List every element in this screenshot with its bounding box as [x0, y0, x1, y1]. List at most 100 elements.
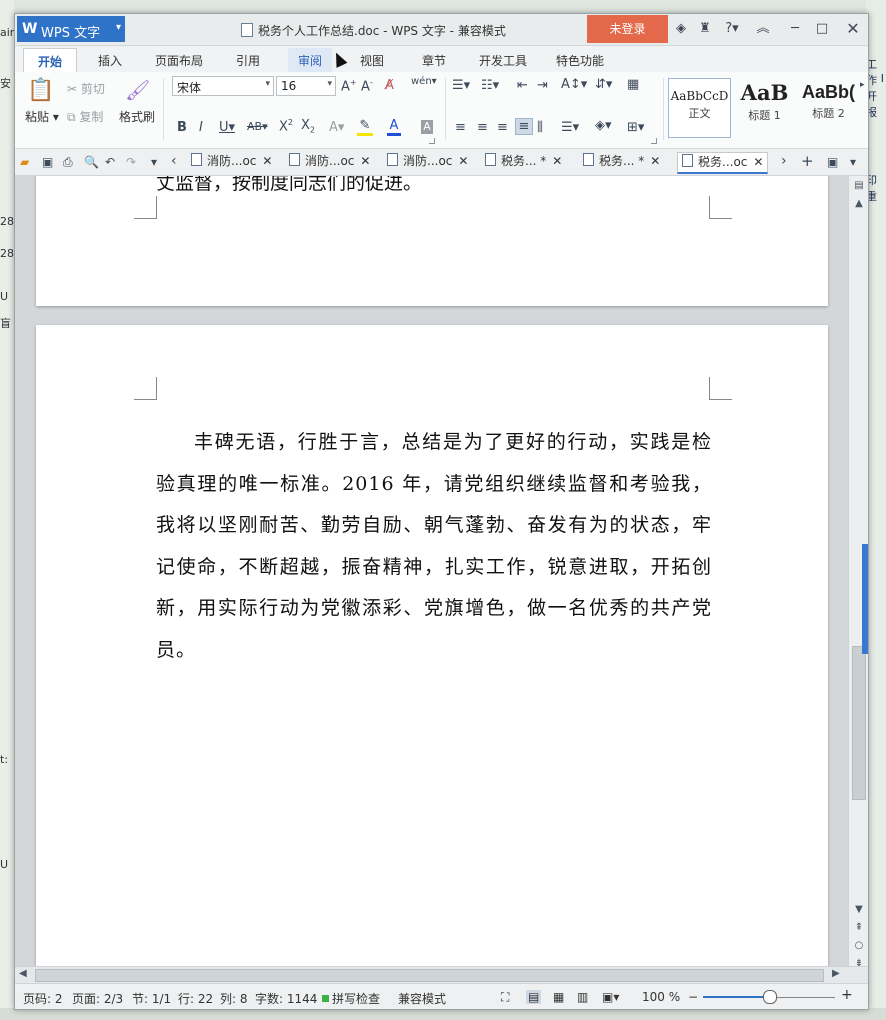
- close-tab-icon[interactable]: ✕: [262, 154, 272, 168]
- tab-view[interactable]: 视图: [360, 52, 384, 69]
- cut-button[interactable]: ✂ 剪切: [67, 80, 105, 97]
- outline-view-icon[interactable]: ▦: [553, 990, 564, 1004]
- tab-special-features[interactable]: 特色功能: [556, 52, 604, 69]
- align-center-icon[interactable]: ≡: [477, 120, 488, 135]
- borders-icon[interactable]: ⊞▾: [627, 120, 644, 135]
- tab-home[interactable]: 开始: [23, 48, 78, 72]
- open-folder-icon[interactable]: ▰: [20, 155, 29, 169]
- reading-view-icon[interactable]: ▣▾: [602, 990, 619, 1004]
- close-icon[interactable]: ✕: [843, 19, 863, 39]
- shirt-icon[interactable]: ♜: [695, 19, 715, 39]
- app-menu-button[interactable]: W WPS 文字 ▾: [17, 16, 125, 42]
- zoom-value[interactable]: 100 %: [642, 990, 680, 1004]
- tab-chapter[interactable]: 章节: [422, 52, 446, 69]
- maximize-icon[interactable]: □: [812, 19, 832, 39]
- highlight-icon[interactable]: ✎: [357, 118, 373, 136]
- font-dialog-launcher-icon[interactable]: [429, 138, 435, 144]
- zoom-in-icon[interactable]: +: [841, 987, 853, 1003]
- side-panel-tab[interactable]: [862, 544, 868, 654]
- format-painter-button[interactable]: 格式刷: [119, 108, 155, 125]
- clear-format-icon[interactable]: A̸: [385, 78, 394, 93]
- superscript-icon[interactable]: X2: [279, 118, 293, 134]
- text-effect-icon[interactable]: A▾: [329, 120, 344, 135]
- close-tab-icon[interactable]: ✕: [753, 155, 763, 169]
- style-scroll-icon[interactable]: ▸: [860, 80, 865, 90]
- vertical-scroll-thumb[interactable]: [852, 646, 866, 800]
- italic-icon[interactable]: I: [199, 120, 203, 135]
- tab-page-layout[interactable]: 页面布局: [155, 52, 203, 69]
- help-icon[interactable]: ?▾: [719, 19, 745, 39]
- copy-button[interactable]: ⧉ 复制: [67, 108, 103, 125]
- align-left-icon[interactable]: ≡: [455, 120, 466, 135]
- tab-insert[interactable]: 插入: [98, 52, 122, 69]
- doc-tab[interactable]: 税务... * ✕: [583, 152, 660, 174]
- font-size-select[interactable]: 16 ▾: [276, 76, 336, 96]
- skin-icon[interactable]: ◈: [671, 19, 691, 39]
- status-word-count[interactable]: 字数: 1144: [255, 990, 317, 1007]
- scroll-right-icon[interactable]: ▶: [832, 968, 840, 979]
- phonetic-guide-icon[interactable]: wén▾: [411, 76, 437, 87]
- numbered-list-icon[interactable]: ☷▾: [481, 78, 499, 93]
- tab-menu-icon[interactable]: ▾: [850, 155, 856, 169]
- increase-indent-icon[interactable]: ⇥: [537, 78, 548, 93]
- char-shading-icon[interactable]: A: [421, 120, 433, 134]
- doc-tab[interactable]: 税务... * ✕: [485, 152, 562, 174]
- minimize-icon[interactable]: ─: [785, 19, 805, 39]
- chevron-right-icon[interactable]: ›: [781, 153, 787, 169]
- spell-check-toggle[interactable]: 拼写检查: [322, 990, 380, 1007]
- previous-page-icon[interactable]: ⇞: [853, 922, 865, 933]
- style-heading-2[interactable]: AaBb( 标题 2: [797, 78, 860, 138]
- zoom-out-icon[interactable]: −: [688, 990, 698, 1004]
- scroll-up-icon[interactable]: ▲: [853, 198, 865, 209]
- doc-tab[interactable]: 消防...oc ✕: [289, 152, 370, 174]
- grow-font-icon[interactable]: A+: [341, 78, 357, 94]
- new-tab-icon[interactable]: +: [801, 152, 814, 170]
- ruler-toggle-icon[interactable]: ▤: [853, 180, 865, 191]
- paragraph-shading-icon[interactable]: ◈▾: [595, 118, 612, 133]
- scroll-left-icon[interactable]: ◀: [19, 968, 27, 979]
- paragraph-dialog-launcher-icon[interactable]: [651, 138, 657, 144]
- chevron-down-icon[interactable]: ▾: [151, 155, 157, 169]
- align-right-icon[interactable]: ≡: [497, 120, 508, 135]
- document-canvas[interactable]: 丈监督，按制度同志们的促进。 丰碑无语，行胜于言，总结是为了更好的行动，实践是检…: [15, 176, 848, 966]
- print-preview-icon[interactable]: 🔍: [84, 155, 99, 169]
- sort-icon[interactable]: ⇵▾: [595, 77, 612, 92]
- close-tab-icon[interactable]: ✕: [650, 154, 660, 168]
- web-view-icon[interactable]: ▥: [577, 990, 588, 1004]
- paste-icon[interactable]: 📋: [27, 78, 55, 106]
- body-paragraph[interactable]: 丰碑无语，行胜于言，总结是为了更好的行动，实践是检验真理的唯一标准。2016 年…: [156, 422, 712, 672]
- bullet-list-icon[interactable]: ☰▾: [452, 78, 470, 93]
- table-border-icon[interactable]: ▦: [627, 77, 639, 92]
- distributed-icon[interactable]: ⫼: [537, 120, 543, 135]
- close-tab-icon[interactable]: ✕: [458, 154, 468, 168]
- redo-icon[interactable]: ↷: [126, 155, 136, 169]
- print-icon[interactable]: ⎙: [63, 155, 73, 170]
- doc-tab[interactable]: 消防...oc ✕: [191, 152, 272, 174]
- browse-object-icon[interactable]: ○: [853, 940, 865, 951]
- close-tab-icon[interactable]: ✕: [360, 154, 370, 168]
- doc-tab[interactable]: 消防...oc ✕: [387, 152, 468, 174]
- save-icon[interactable]: ▣: [42, 155, 53, 169]
- doc-tab-active[interactable]: 税务...oc ✕: [677, 152, 769, 174]
- tab-references[interactable]: 引用: [236, 52, 260, 69]
- close-tab-icon[interactable]: ✕: [552, 154, 562, 168]
- style-heading-1[interactable]: AaB 标题 1: [733, 78, 796, 138]
- format-painter-icon[interactable]: 🖌: [125, 78, 150, 102]
- collapse-ribbon-icon[interactable]: ︽: [753, 19, 773, 39]
- undo-icon[interactable]: ↶: [105, 155, 115, 169]
- page-current[interactable]: 丰碑无语，行胜于言，总结是为了更好的行动，实践是检验真理的唯一标准。2016 年…: [36, 325, 828, 966]
- underline-icon[interactable]: U▾: [219, 120, 235, 135]
- shrink-font-icon[interactable]: A-: [361, 78, 373, 94]
- font-color-icon[interactable]: A: [387, 118, 401, 136]
- zoom-slider-handle[interactable]: [763, 990, 777, 1004]
- bold-icon[interactable]: B: [177, 120, 187, 135]
- horizontal-scroll-thumb[interactable]: [35, 969, 824, 982]
- tab-review[interactable]: 审阅: [288, 48, 333, 72]
- font-name-select[interactable]: 宋体 ▾: [172, 76, 274, 96]
- justify-icon[interactable]: ≡: [515, 118, 533, 135]
- login-button[interactable]: 未登录: [587, 15, 668, 43]
- window-list-icon[interactable]: ▣: [827, 155, 838, 169]
- scroll-down-icon[interactable]: ▼: [853, 904, 865, 915]
- subscript-icon[interactable]: X2: [301, 118, 315, 135]
- decrease-indent-icon[interactable]: ⇤: [517, 78, 528, 93]
